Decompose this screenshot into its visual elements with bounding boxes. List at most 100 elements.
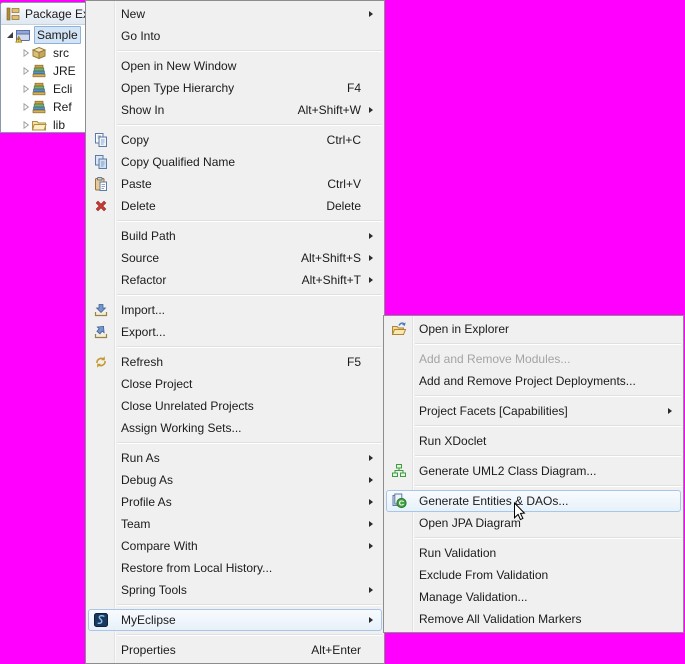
menu-item-generate-entities-daos[interactable]: CGenerate Entities & DAOs... — [386, 490, 681, 512]
menu-separator — [415, 343, 681, 345]
menu-item-export[interactable]: Export... — [88, 321, 382, 343]
tree-item-label: src — [50, 44, 72, 62]
menu-item-open-jpa-diagram[interactable]: Open JPA Diagram — [386, 512, 681, 534]
mouse-cursor-icon — [513, 502, 526, 527]
menu-item-label: Run XDoclet — [419, 434, 486, 448]
menu-item-add-and-remove-project-deployments[interactable]: Add and Remove Project Deployments... — [386, 370, 681, 392]
menu-item-shortcut: F5 — [347, 355, 361, 369]
menu-separator — [117, 442, 382, 444]
expand-arrow-icon[interactable] — [20, 49, 31, 57]
menu-item-refresh[interactable]: RefreshF5 — [88, 351, 382, 373]
expand-arrow-icon[interactable] — [20, 67, 31, 75]
menu-item-run-xdoclet[interactable]: Run XDoclet — [386, 430, 681, 452]
menu-item-label: Spring Tools — [121, 583, 187, 597]
menu-item-delete[interactable]: DeleteDelete — [88, 195, 382, 217]
menu-item-shortcut: Delete — [326, 199, 361, 213]
menu-item-shortcut: Ctrl+C — [327, 133, 361, 147]
expand-arrow-icon[interactable] — [20, 85, 31, 93]
menu-item-label: Manage Validation... — [419, 590, 528, 604]
tree-item-label: JRE — [50, 62, 79, 80]
tree-item-jre[interactable]: JRE — [1, 62, 85, 80]
menu-item-open-in-new-window[interactable]: Open in New Window — [88, 55, 382, 77]
collapse-arrow-icon[interactable] — [4, 31, 15, 39]
menu-item-label: Remove All Validation Markers — [419, 612, 582, 626]
library-icon — [31, 81, 47, 97]
tree-item-sample[interactable]: Sample — [1, 26, 85, 44]
import-icon — [93, 302, 109, 318]
menu-separator — [117, 294, 382, 296]
submenu-arrow-icon — [369, 617, 373, 623]
context-menu: NewGo Into Open in New Window Open Type Hi… — [85, 0, 385, 664]
menu-item-team[interactable]: Team — [88, 513, 382, 535]
menu-item-close-unrelated-projects[interactable]: Close Unrelated Projects — [88, 395, 382, 417]
menu-item-shortcut: Ctrl+V — [327, 177, 361, 191]
entity-dao-icon: C — [391, 493, 407, 509]
menu-item-run-as[interactable]: Run As — [88, 447, 382, 469]
menu-item-add-and-remove-modules: Add and Remove Modules... — [386, 348, 681, 370]
menu-item-spring-tools[interactable]: Spring Tools — [88, 579, 382, 601]
package-icon — [31, 45, 47, 61]
package-explorer-panel: Package Ex SamplesrcJREEcliReflib — [0, 2, 86, 133]
myeclipse-submenu-items: Open in Explorer Add and Remove Modules..… — [384, 318, 683, 630]
menu-item-label: Team — [121, 517, 150, 531]
menu-item-properties[interactable]: PropertiesAlt+Enter — [88, 639, 382, 661]
menu-item-open-type-hierarchy[interactable]: Open Type HierarchyF4 — [88, 77, 382, 99]
menu-item-compare-with[interactable]: Compare With — [88, 535, 382, 557]
menu-item-generate-uml2-class-diagram[interactable]: Generate UML2 Class Diagram... — [386, 460, 681, 482]
menu-item-build-path[interactable]: Build Path — [88, 225, 382, 247]
menu-item-import[interactable]: Import... — [88, 299, 382, 321]
menu-item-open-in-explorer[interactable]: Open in Explorer — [386, 318, 681, 340]
menu-item-copy-qualified-name[interactable]: Copy Qualified Name — [88, 151, 382, 173]
menu-item-myeclipse[interactable]: MyEclipse — [88, 609, 382, 631]
paste-icon — [93, 176, 109, 192]
menu-item-run-validation[interactable]: Run Validation — [386, 542, 681, 564]
menu-item-paste[interactable]: Paste Ctrl+V — [88, 173, 382, 195]
menu-separator — [117, 634, 382, 636]
tree-item-label: Ecli — [50, 80, 75, 98]
expand-arrow-icon[interactable] — [20, 121, 31, 129]
menu-separator — [117, 604, 382, 606]
menu-item-label: Add and Remove Project Deployments... — [419, 374, 636, 388]
menu-item-label: Paste — [121, 177, 152, 191]
submenu-arrow-icon — [369, 107, 373, 113]
tree-item-lib[interactable]: lib — [1, 116, 85, 133]
submenu-arrow-icon — [369, 455, 373, 461]
menu-separator — [415, 537, 681, 539]
menu-item-label: Open Type Hierarchy — [121, 81, 234, 95]
menu-item-label: Export... — [121, 325, 166, 339]
tree-item-ecli[interactable]: Ecli — [1, 80, 85, 98]
menu-item-project-facets-capabilities[interactable]: Project Facets [Capabilities] — [386, 400, 681, 422]
menu-separator — [415, 425, 681, 427]
submenu-arrow-icon — [369, 277, 373, 283]
menu-item-assign-working-sets[interactable]: Assign Working Sets... — [88, 417, 382, 439]
myeclipse-icon — [93, 612, 109, 628]
menu-item-restore-from-local-history[interactable]: Restore from Local History... — [88, 557, 382, 579]
menu-item-label: Copy — [121, 133, 149, 147]
menu-separator — [415, 455, 681, 457]
package-explorer-header[interactable]: Package Ex — [1, 3, 85, 25]
menu-item-copy[interactable]: Copy Ctrl+C — [88, 129, 382, 151]
submenu-arrow-icon — [369, 543, 373, 549]
tree-item-src[interactable]: src — [1, 44, 85, 62]
menu-item-debug-as[interactable]: Debug As — [88, 469, 382, 491]
menu-item-label: Open in Explorer — [419, 322, 509, 336]
menu-item-exclude-from-validation[interactable]: Exclude From Validation — [386, 564, 681, 586]
expand-arrow-icon[interactable] — [20, 103, 31, 111]
menu-item-shortcut: Alt+Shift+S — [301, 251, 361, 265]
menu-item-show-in[interactable]: Show InAlt+Shift+W — [88, 99, 382, 121]
menu-item-new[interactable]: New — [88, 3, 382, 25]
menu-item-manage-validation[interactable]: Manage Validation... — [386, 586, 681, 608]
menu-separator — [117, 220, 382, 222]
menu-item-go-into[interactable]: Go Into — [88, 25, 382, 47]
menu-item-label: Source — [121, 251, 159, 265]
tree-item-ref[interactable]: Ref — [1, 98, 85, 116]
menu-item-profile-as[interactable]: Profile As — [88, 491, 382, 513]
menu-item-remove-all-validation-markers[interactable]: Remove All Validation Markers — [386, 608, 681, 630]
menu-item-close-project[interactable]: Close Project — [88, 373, 382, 395]
submenu-arrow-icon — [369, 255, 373, 261]
menu-item-source[interactable]: Source Alt+Shift+S — [88, 247, 382, 269]
menu-item-label: Open in New Window — [121, 59, 236, 73]
package-explorer-icon — [5, 6, 21, 22]
menu-item-refactor[interactable]: RefactorAlt+Shift+T — [88, 269, 382, 291]
menu-item-label: Debug As — [121, 473, 173, 487]
